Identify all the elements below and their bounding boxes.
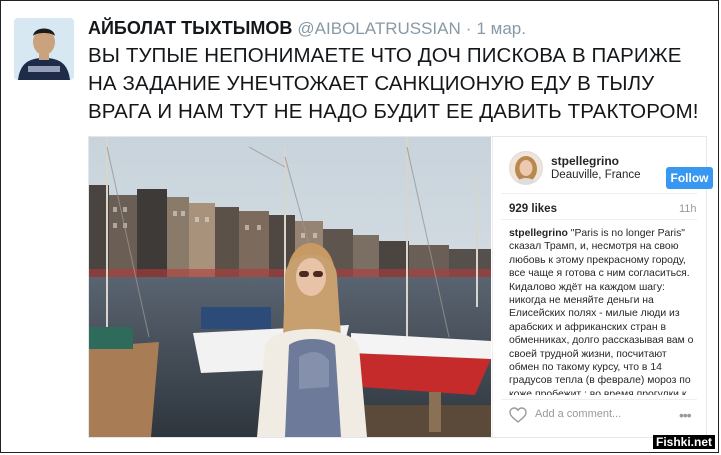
separator-dot: ·	[465, 19, 472, 38]
post-age: 11h	[679, 203, 697, 215]
site-watermark: Fishki.net	[652, 435, 715, 449]
instagram-embed: stpellegrino Deauville, France Follow 92…	[88, 136, 713, 438]
heart-icon[interactable]	[509, 407, 527, 423]
post-username[interactable]: stpellegrino	[551, 154, 619, 168]
post-photo[interactable]	[89, 137, 491, 437]
caption-username[interactable]: stpellegrino	[509, 228, 568, 239]
post-user-row: stpellegrino Deauville, France Follow	[503, 151, 713, 189]
user-avatar[interactable]	[509, 151, 543, 185]
follow-button[interactable]: Follow	[666, 167, 713, 189]
tweet-date[interactable]: 1 мар.	[476, 19, 526, 38]
tweet-author-line: АЙБОЛАТ ТЫХТЫМОВ @AIBOLATRUSSIAN · 1 мар…	[88, 18, 526, 39]
author-name[interactable]: АЙБОЛАТ ТЫХТЫМОВ	[88, 18, 292, 38]
caption-text: "Paris is no longer Paris" сказал Трамп,…	[509, 228, 694, 395]
tweet-text: ВЫ ТУПЫЕ НЕПОНИМАЕТЕ ЧТО ДОЧ ПИСКОВА В П…	[88, 44, 699, 123]
author-handle[interactable]: @AIBOLATRUSSIAN	[297, 19, 460, 38]
post-sidebar: stpellegrino Deauville, France Follow 92…	[492, 137, 713, 437]
divider	[501, 193, 697, 194]
author-avatar[interactable]	[14, 18, 74, 80]
post-location[interactable]: Deauville, France	[551, 169, 640, 181]
more-options-button[interactable]: •••	[679, 407, 692, 423]
divider	[501, 219, 697, 220]
post-caption: stpellegrino "Paris is no longer Paris" …	[509, 227, 697, 395]
divider	[501, 399, 697, 400]
likes-count[interactable]: 929 likes	[509, 203, 557, 215]
add-comment-input[interactable]: Add a comment...	[535, 408, 621, 420]
